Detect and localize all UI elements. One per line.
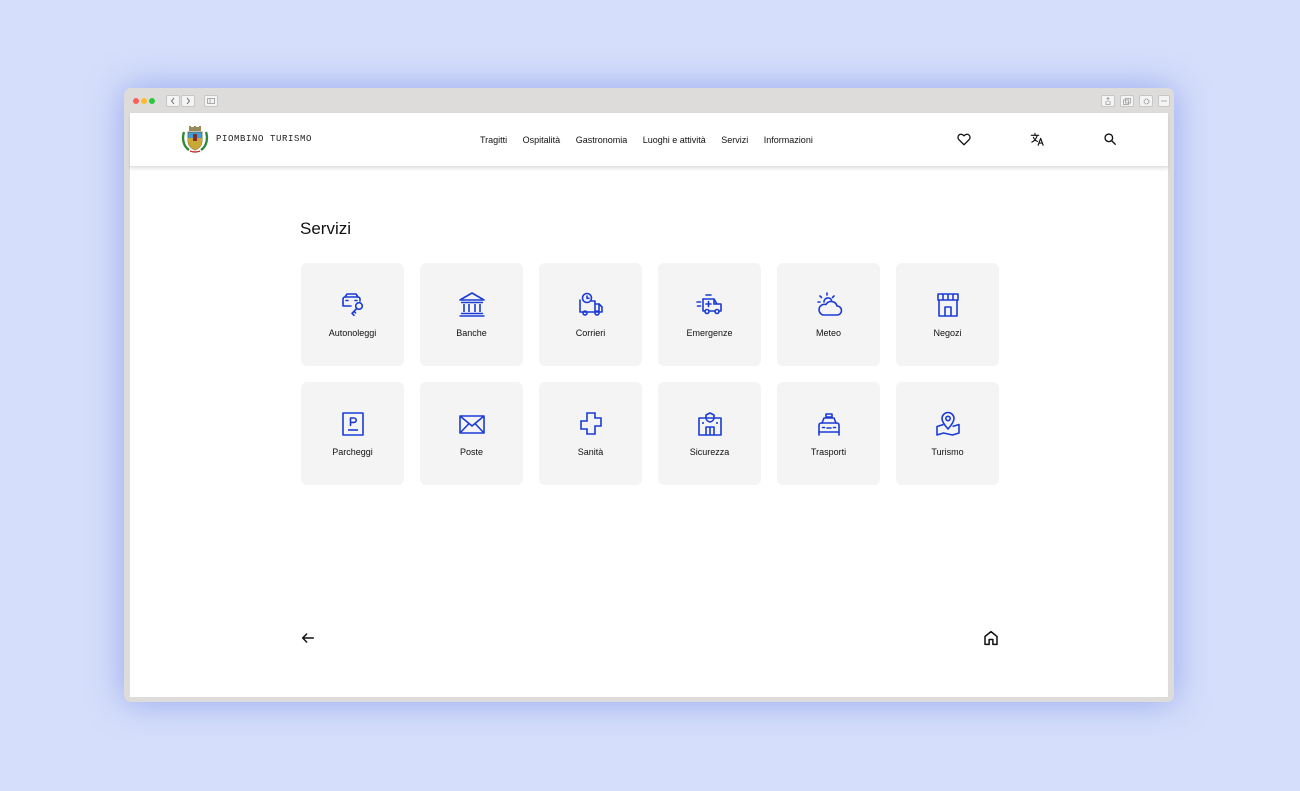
weather-icon xyxy=(817,292,843,316)
search-button[interactable] xyxy=(1102,131,1118,147)
browser-share-button[interactable] xyxy=(1101,95,1115,107)
sidebar-icon xyxy=(207,98,215,104)
main-nav: Tragitti Ospitalità Gastronomia Luoghi e… xyxy=(480,135,828,145)
service-tile-meteo[interactable]: Meteo xyxy=(777,263,880,366)
service-tile-sicurezza[interactable]: Sicurezza xyxy=(658,382,761,485)
language-button[interactable] xyxy=(1029,131,1045,147)
service-tile-banche[interactable]: Banche xyxy=(420,263,523,366)
home-icon[interactable] xyxy=(982,629,1000,647)
service-label: Autonoleggi xyxy=(328,328,377,338)
service-label: Corrieri xyxy=(575,328,606,338)
chevron-left-icon xyxy=(170,97,175,105)
favorites-button[interactable] xyxy=(956,131,972,147)
map-pin-icon xyxy=(936,411,960,436)
service-tile-autonoleggi[interactable]: Autonoleggi xyxy=(301,263,404,366)
service-tile-emergenze[interactable]: Emergenze xyxy=(658,263,761,366)
browser-sidebar-button[interactable] xyxy=(1158,95,1170,107)
service-tile-trasporti[interactable]: Trasporti xyxy=(777,382,880,485)
brand[interactable]: PIOMBINO TURISMO xyxy=(180,124,312,154)
nav-item-luoghi-e-attivita[interactable]: Luoghi e attività xyxy=(643,135,706,145)
translate-icon xyxy=(1030,132,1044,146)
heart-icon xyxy=(957,133,971,145)
service-label: Emergenze xyxy=(686,328,733,338)
plus-icon xyxy=(1161,100,1167,102)
services-grid: Autonoleggi Banche Corrieri Emergenze Me… xyxy=(301,263,1001,487)
search-icon xyxy=(1104,133,1116,145)
bank-icon xyxy=(459,292,485,317)
browser-window: PIOMBINO TURISMO Tragitti Ospitalità Gas… xyxy=(124,88,1174,702)
service-label: Meteo xyxy=(815,328,841,338)
health-cross-icon xyxy=(580,412,602,435)
chevron-right-icon xyxy=(186,97,191,105)
site-header: PIOMBINO TURISMO Tragitti Ospitalità Gas… xyxy=(130,113,1168,167)
page-viewport: PIOMBINO TURISMO Tragitti Ospitalità Gas… xyxy=(130,113,1168,697)
parking-icon xyxy=(342,412,364,436)
service-tile-sanita[interactable]: Sanità xyxy=(539,382,642,485)
service-label: Sicurezza xyxy=(689,447,730,457)
service-tile-poste[interactable]: Poste xyxy=(420,382,523,485)
service-tile-corrieri[interactable]: Corrieri xyxy=(539,263,642,366)
service-label: Turismo xyxy=(931,447,964,457)
nav-item-ospitalita[interactable]: Ospitalità xyxy=(523,135,561,145)
service-label: Poste xyxy=(459,447,483,457)
maximize-window-button[interactable] xyxy=(149,98,155,104)
service-tile-negozi[interactable]: Negozi xyxy=(896,263,999,366)
page-title: Servizi xyxy=(300,219,352,238)
service-tile-parcheggi[interactable]: Parcheggi xyxy=(301,382,404,485)
coat-of-arms-logo xyxy=(181,126,209,153)
mail-icon xyxy=(459,415,485,434)
gear-icon xyxy=(1142,97,1150,105)
police-station-icon xyxy=(698,412,722,436)
taxi-icon xyxy=(818,413,840,436)
browser-extension-button[interactable] xyxy=(1139,95,1153,107)
browser-forward-button[interactable] xyxy=(181,95,195,107)
share-icon xyxy=(1105,97,1111,105)
car-key-icon xyxy=(342,293,364,317)
browser-back-button[interactable] xyxy=(166,95,180,107)
nav-item-informazioni[interactable]: Informazioni xyxy=(764,135,813,145)
nav-item-tragitti[interactable]: Tragitti xyxy=(480,135,507,145)
service-label: Banche xyxy=(456,328,487,338)
delivery-truck-icon xyxy=(579,292,603,316)
arrow-left-icon[interactable] xyxy=(300,630,316,646)
browser-tabs-button[interactable] xyxy=(204,95,218,107)
service-tile-turismo[interactable]: Turismo xyxy=(896,382,999,485)
nav-item-servizi[interactable]: Servizi xyxy=(721,135,748,145)
tabs-icon xyxy=(1123,97,1131,105)
service-label: Parcheggi xyxy=(332,447,373,457)
service-label: Negozi xyxy=(933,328,962,338)
shop-icon xyxy=(937,293,959,317)
brand-name: PIOMBINO TURISMO xyxy=(216,134,313,144)
close-window-button[interactable] xyxy=(133,98,139,104)
service-label: Trasporti xyxy=(810,447,847,457)
browser-titlebar xyxy=(124,88,1174,113)
browser-new-tab-button[interactable] xyxy=(1120,95,1134,107)
minimize-window-button[interactable] xyxy=(141,98,147,104)
service-label: Sanità xyxy=(577,447,604,457)
nav-item-gastronomia[interactable]: Gastronomia xyxy=(576,135,628,145)
ambulance-icon xyxy=(696,294,722,315)
